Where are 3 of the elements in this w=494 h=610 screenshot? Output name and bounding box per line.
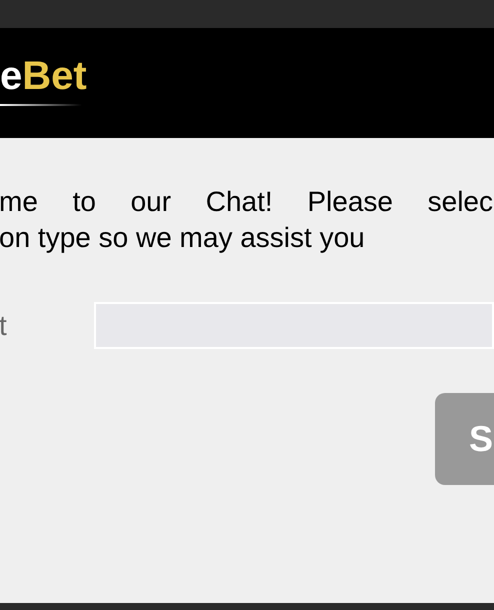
welcome-text: on type so we may assist you	[0, 221, 365, 255]
welcome-text: me to our Chat! Please selec	[0, 185, 493, 219]
logo[interactable]: eBet	[0, 56, 87, 106]
